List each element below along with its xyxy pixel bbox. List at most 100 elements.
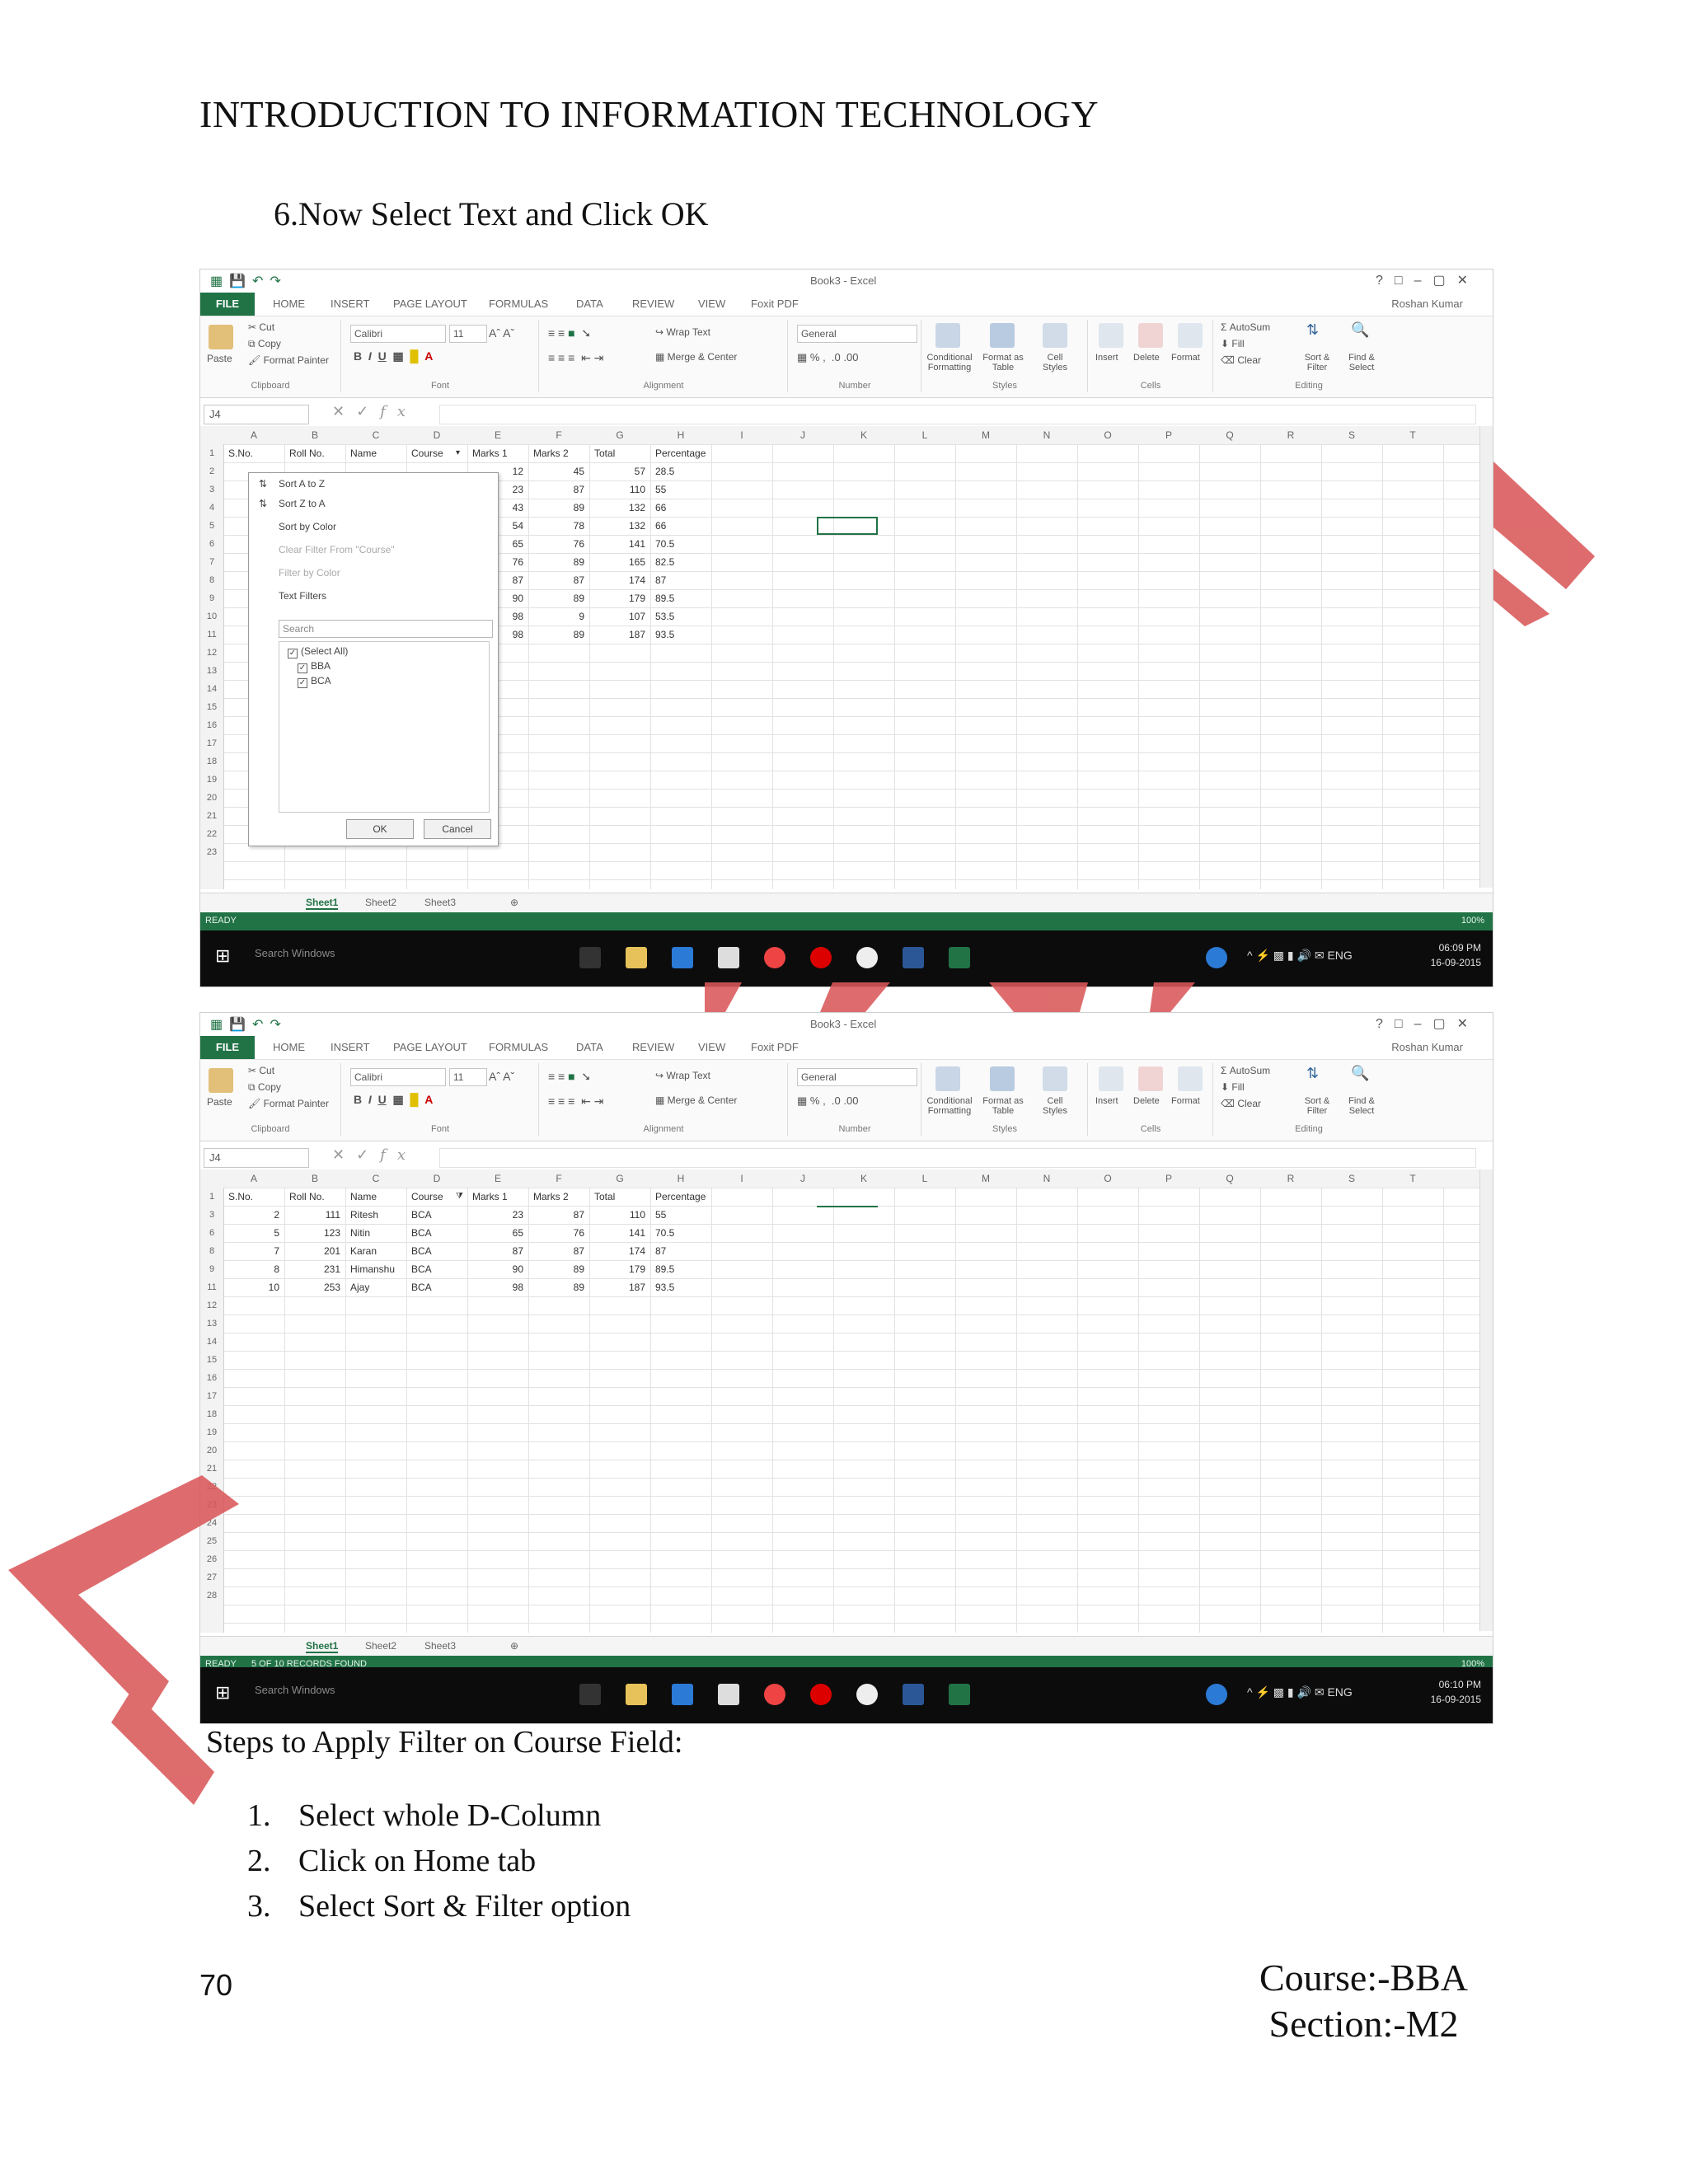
row-header[interactable]: 6 [200,1224,223,1242]
autosum-button[interactable]: Σ AutoSum [1221,321,1270,333]
column-header-k[interactable]: K [833,1173,894,1184]
sheet-tab-3[interactable]: Sheet3 [424,1640,456,1652]
row-header[interactable]: 27 [200,1568,223,1586]
row-header[interactable]: 3 [200,1206,223,1224]
tab-review[interactable]: REVIEW [632,1041,674,1053]
header-cell[interactable]: Marks 2 [533,444,569,462]
format-table-icon[interactable] [990,323,1015,348]
table-cell[interactable]: 87 [528,1242,584,1260]
column-header-p[interactable]: P [1138,429,1199,441]
row-header[interactable]: 16 [200,1369,223,1387]
font-size-select[interactable]: 11 [449,325,487,343]
table-cell[interactable]: 76 [528,1224,584,1242]
table-cell[interactable]: 23 [467,1206,523,1224]
task-view-icon[interactable] [579,947,601,968]
row-header[interactable]: 17 [200,1387,223,1405]
table-cell[interactable]: Ritesh [350,1206,378,1224]
table-cell[interactable]: 111 [284,1206,340,1224]
table-cell[interactable]: 66 [655,499,666,517]
row-header[interactable]: 21 [200,807,223,825]
number-format-icons[interactable]: ▦ % , .0 .00 [797,1094,858,1108]
table-cell[interactable]: 89.5 [655,1260,674,1278]
sheet-tab-2[interactable]: Sheet2 [365,897,396,908]
column-header-i[interactable]: I [711,429,772,441]
table-cell[interactable]: Ajay [350,1278,369,1296]
cut-button[interactable]: ✂ Cut [248,321,274,333]
row-header[interactable]: 13 [200,1315,223,1333]
table-cell[interactable]: 87 [655,1242,666,1260]
format-cells-icon[interactable] [1178,323,1203,348]
table-cell[interactable]: 87 [655,571,666,589]
row-header[interactable]: 18 [200,1405,223,1423]
header-cell[interactable]: Percentage [655,1188,706,1206]
name-box[interactable]: J4 [204,1148,309,1168]
help-icon[interactable] [1206,947,1227,968]
table-cell[interactable]: 55 [655,480,666,499]
row-header[interactable]: 8 [200,1242,223,1260]
tab-data[interactable]: DATA [576,298,603,310]
table-cell[interactable]: 76 [528,535,584,553]
bold-italic-underline-buttons[interactable]: B I U ▦ █ A [354,349,433,363]
system-tray-icons[interactable]: ^ ⚡ ▩ ▮ 🔊 ✉ ENG [1247,949,1353,963]
column-header-a[interactable]: A [223,429,284,441]
excel-icon[interactable] [949,947,970,968]
sort-filter-button[interactable]: Sort & Filter [1296,353,1338,373]
row-header[interactable]: 12 [200,644,223,662]
tab-home[interactable]: HOME [273,298,305,310]
table-cell[interactable]: 70.5 [655,535,674,553]
table-cell[interactable]: Karan [350,1242,377,1260]
number-format-select[interactable]: General [797,1068,917,1086]
table-cell[interactable]: 165 [589,553,645,571]
table-cell[interactable]: 78 [528,517,584,535]
clear-button[interactable]: ⌫ Clear [1221,354,1261,366]
file-explorer-icon[interactable] [626,1684,647,1705]
row-header[interactable]: 7 [200,553,223,571]
word-icon[interactable] [903,1684,924,1705]
row-header[interactable]: 4 [200,499,223,517]
table-cell[interactable]: 179 [589,1260,645,1278]
table-cell[interactable]: 7 [223,1242,279,1260]
column-header-g[interactable]: G [589,429,650,441]
fill-button[interactable]: ⬇ Fill [1221,338,1245,349]
table-cell[interactable]: 54 [467,517,523,535]
row-header[interactable]: 10 [200,607,223,626]
column-header-r[interactable]: R [1260,1173,1321,1184]
column-header-n[interactable]: N [1016,429,1077,441]
header-cell[interactable]: Total [594,444,615,462]
delete-cells-icon[interactable] [1138,1066,1163,1091]
cell-styles-button[interactable]: Cell Styles [1034,353,1076,373]
table-cell[interactable]: 28.5 [655,462,674,480]
font-name-select[interactable]: Calibri [350,1068,446,1086]
find-select-button[interactable]: Find & Select [1341,353,1382,373]
bold-italic-underline-buttons[interactable]: B I U ▦ █ A [354,1093,433,1107]
header-cell[interactable]: Marks 2 [533,1188,569,1206]
table-cell[interactable]: 12 [467,462,523,480]
table-cell[interactable]: Himanshu [350,1260,395,1278]
table-cell[interactable]: 43 [467,499,523,517]
word-icon[interactable] [903,947,924,968]
windows-start-icon[interactable]: ⊞ [215,945,230,967]
formula-bar-buttons[interactable]: ✕✓fx [332,1146,417,1164]
column-header-h[interactable]: H [650,429,711,441]
row-header[interactable]: 22 [200,1478,223,1496]
table-cell[interactable]: BCA [411,1278,432,1296]
tab-insert[interactable]: INSERT [331,298,369,310]
fill-button[interactable]: ⬇ Fill [1221,1081,1245,1093]
zoom-level[interactable]: 100% [1461,916,1484,926]
tab-data[interactable]: DATA [576,1041,603,1053]
tab-file[interactable]: FILE [200,293,255,316]
table-cell[interactable]: 187 [589,1278,645,1296]
column-header-b[interactable]: B [284,1173,345,1184]
row-header[interactable]: 9 [200,1260,223,1278]
table-cell[interactable]: 10 [223,1278,279,1296]
opera-icon[interactable] [810,947,832,968]
filter-dropdown-icon[interactable]: ⧩ [456,1188,463,1206]
column-header-n[interactable]: N [1016,1173,1077,1184]
cell-styles-button[interactable]: Cell Styles [1034,1096,1076,1116]
column-header-r[interactable]: R [1260,429,1321,441]
cut-button[interactable]: ✂ Cut [248,1065,274,1076]
table-cell[interactable]: 141 [589,1224,645,1242]
tab-formulas[interactable]: FORMULAS [489,1041,548,1053]
table-cell[interactable]: 9 [528,607,584,626]
row-header[interactable]: 2 [200,462,223,480]
